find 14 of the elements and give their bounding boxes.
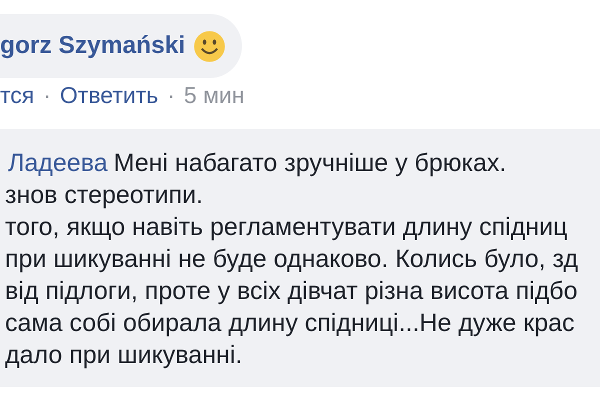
separator-dot: · [43,82,51,109]
comment-text: знов стереотипи. [4,180,204,211]
separator-dot: · [167,82,175,109]
comment-text: дало при шикуванні. [4,340,244,371]
comment-text: при шикуванні не буде однаково. Колись було, зд [4,244,580,275]
comment-text: того, якщо навіть регламентувати длину спідниц [4,212,568,243]
smiley-icon [193,30,226,62]
comment-text: Мені набагато зручніше у брюках. [114,148,506,179]
author-name[interactable]: Ладеева [8,147,108,179]
author-name[interactable]: gorz Szymański [0,32,186,60]
comment-text: від підлоги, проте у всіх дівчат різна висота підбо [4,276,579,307]
action-link[interactable]: Ответить [60,82,158,109]
action-link[interactable]: тся [0,82,34,109]
comment-text: сама собі обирала длину спідниці...Не дуже крас [4,308,576,339]
